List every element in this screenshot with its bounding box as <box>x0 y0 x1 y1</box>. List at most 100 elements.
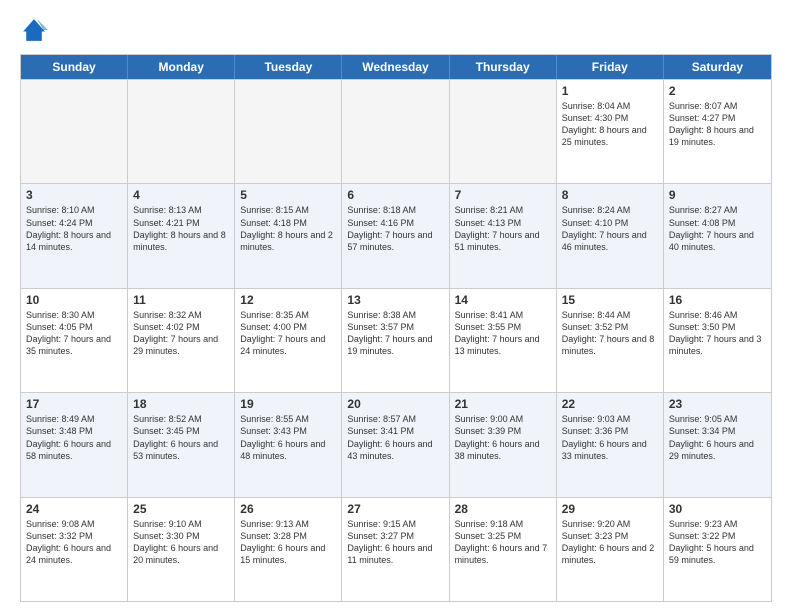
day-info: Sunrise: 8:21 AM Sunset: 4:13 PM Dayligh… <box>455 204 551 253</box>
calendar-cell: 1 Sunrise: 8:04 AM Sunset: 4:30 PM Daylig… <box>557 80 664 183</box>
day-number: 27 <box>347 502 443 516</box>
calendar-cell: 2 Sunrise: 8:07 AM Sunset: 4:27 PM Daylig… <box>664 80 771 183</box>
day-info: Sunrise: 9:08 AM Sunset: 3:32 PM Dayligh… <box>26 518 122 567</box>
day-info: Sunrise: 9:10 AM Sunset: 3:30 PM Dayligh… <box>133 518 229 567</box>
day-number: 2 <box>669 84 766 98</box>
calendar-cell: 23 Sunrise: 9:05 AM Sunset: 3:34 PM Dayli… <box>664 393 771 496</box>
day-number: 10 <box>26 293 122 307</box>
calendar-header: SundayMondayTuesdayWednesdayThursdayFrid… <box>21 55 771 79</box>
day-info: Sunrise: 8:52 AM Sunset: 3:45 PM Dayligh… <box>133 413 229 462</box>
calendar-cell: 26 Sunrise: 9:13 AM Sunset: 3:28 PM Dayli… <box>235 498 342 601</box>
day-number: 26 <box>240 502 336 516</box>
calendar-cell: 24 Sunrise: 9:08 AM Sunset: 3:32 PM Dayli… <box>21 498 128 601</box>
calendar-cell: 13Sunrise: 8:38 AM Sunset: 3:57 PM Dayli… <box>342 289 449 392</box>
day-info: Sunrise: 8:24 AM Sunset: 4:10 PM Dayligh… <box>562 204 658 253</box>
calendar-cell: 16Sunrise: 8:46 AM Sunset: 3:50 PM Dayli… <box>664 289 771 392</box>
calendar-cell: 22Sunrise: 9:03 AM Sunset: 3:36 PM Dayli… <box>557 393 664 496</box>
day-info: Sunrise: 8:35 AM Sunset: 4:00 PM Dayligh… <box>240 309 336 358</box>
day-info: Sunrise: 8:38 AM Sunset: 3:57 PM Dayligh… <box>347 309 443 358</box>
day-number: 8 <box>562 188 658 202</box>
day-info: Sunrise: 8:46 AM Sunset: 3:50 PM Dayligh… <box>669 309 766 358</box>
day-info: Sunrise: 8:30 AM Sunset: 4:05 PM Dayligh… <box>26 309 122 358</box>
day-number: 11 <box>133 293 229 307</box>
day-info: Sunrise: 9:13 AM Sunset: 3:28 PM Dayligh… <box>240 518 336 567</box>
day-number: 22 <box>562 397 658 411</box>
day-info: Sunrise: 8:07 AM Sunset: 4:27 PM Dayligh… <box>669 100 766 149</box>
day-info: Sunrise: 8:13 AM Sunset: 4:21 PM Dayligh… <box>133 204 229 253</box>
day-info: Sunrise: 9:20 AM Sunset: 3:23 PM Dayligh… <box>562 518 658 567</box>
calendar-cell: 12 Sunrise: 8:35 AM Sunset: 4:00 PM Dayli… <box>235 289 342 392</box>
calendar-cell: 10 Sunrise: 8:30 AM Sunset: 4:05 PM Dayli… <box>21 289 128 392</box>
calendar-cell: 14 Sunrise: 8:41 AM Sunset: 3:55 PM Dayli… <box>450 289 557 392</box>
day-number: 21 <box>455 397 551 411</box>
day-info: Sunrise: 9:18 AM Sunset: 3:25 PM Dayligh… <box>455 518 551 567</box>
weekday-header: Wednesday <box>342 55 449 79</box>
calendar-cell: 7Sunrise: 8:21 AM Sunset: 4:13 PM Daylig… <box>450 184 557 287</box>
calendar-cell: 21 Sunrise: 9:00 AM Sunset: 3:39 PM Dayli… <box>450 393 557 496</box>
page-header <box>20 16 772 44</box>
weekday-header: Thursday <box>450 55 557 79</box>
day-info: Sunrise: 9:05 AM Sunset: 3:34 PM Dayligh… <box>669 413 766 462</box>
calendar-cell <box>21 80 128 183</box>
day-number: 3 <box>26 188 122 202</box>
day-info: Sunrise: 8:49 AM Sunset: 3:48 PM Dayligh… <box>26 413 122 462</box>
day-info: Sunrise: 9:23 AM Sunset: 3:22 PM Dayligh… <box>669 518 766 567</box>
calendar-cell <box>342 80 449 183</box>
day-info: Sunrise: 8:15 AM Sunset: 4:18 PM Dayligh… <box>240 204 336 253</box>
calendar-cell <box>128 80 235 183</box>
day-info: Sunrise: 8:04 AM Sunset: 4:30 PM Dayligh… <box>562 100 658 149</box>
weekday-header: Monday <box>128 55 235 79</box>
day-number: 20 <box>347 397 443 411</box>
day-number: 24 <box>26 502 122 516</box>
calendar-cell: 9Sunrise: 8:27 AM Sunset: 4:08 PM Daylig… <box>664 184 771 287</box>
calendar-cell: 18Sunrise: 8:52 AM Sunset: 3:45 PM Dayli… <box>128 393 235 496</box>
calendar-body: 1 Sunrise: 8:04 AM Sunset: 4:30 PM Daylig… <box>21 79 771 601</box>
calendar-cell: 6 Sunrise: 8:18 AM Sunset: 4:16 PM Daylig… <box>342 184 449 287</box>
calendar-cell: 20 Sunrise: 8:57 AM Sunset: 3:41 PM Dayli… <box>342 393 449 496</box>
calendar-row: 3 Sunrise: 8:10 AM Sunset: 4:24 PM Daylig… <box>21 183 771 287</box>
calendar-row: 24 Sunrise: 9:08 AM Sunset: 3:32 PM Dayli… <box>21 497 771 601</box>
day-number: 23 <box>669 397 766 411</box>
calendar-cell: 15 Sunrise: 8:44 AM Sunset: 3:52 PM Dayli… <box>557 289 664 392</box>
day-number: 5 <box>240 188 336 202</box>
calendar-cell: 28Sunrise: 9:18 AM Sunset: 3:25 PM Dayli… <box>450 498 557 601</box>
calendar-cell: 27 Sunrise: 9:15 AM Sunset: 3:27 PM Dayli… <box>342 498 449 601</box>
day-number: 12 <box>240 293 336 307</box>
day-number: 19 <box>240 397 336 411</box>
logo-icon <box>20 16 48 44</box>
day-number: 15 <box>562 293 658 307</box>
day-info: Sunrise: 9:00 AM Sunset: 3:39 PM Dayligh… <box>455 413 551 462</box>
calendar-cell: 17Sunrise: 8:49 AM Sunset: 3:48 PM Dayli… <box>21 393 128 496</box>
calendar-cell: 29 Sunrise: 9:20 AM Sunset: 3:23 PM Dayli… <box>557 498 664 601</box>
day-number: 29 <box>562 502 658 516</box>
calendar-row: 10 Sunrise: 8:30 AM Sunset: 4:05 PM Dayli… <box>21 288 771 392</box>
calendar-cell: 8 Sunrise: 8:24 AM Sunset: 4:10 PM Daylig… <box>557 184 664 287</box>
day-number: 14 <box>455 293 551 307</box>
day-info: Sunrise: 8:44 AM Sunset: 3:52 PM Dayligh… <box>562 309 658 358</box>
day-number: 25 <box>133 502 229 516</box>
day-number: 30 <box>669 502 766 516</box>
day-info: Sunrise: 8:10 AM Sunset: 4:24 PM Dayligh… <box>26 204 122 253</box>
day-info: Sunrise: 8:41 AM Sunset: 3:55 PM Dayligh… <box>455 309 551 358</box>
day-number: 6 <box>347 188 443 202</box>
weekday-header: Sunday <box>21 55 128 79</box>
calendar-cell: 30 Sunrise: 9:23 AM Sunset: 3:22 PM Dayli… <box>664 498 771 601</box>
weekday-header: Tuesday <box>235 55 342 79</box>
calendar-cell: 4Sunrise: 8:13 AM Sunset: 4:21 PM Daylig… <box>128 184 235 287</box>
calendar-cell <box>450 80 557 183</box>
calendar-cell: 3 Sunrise: 8:10 AM Sunset: 4:24 PM Daylig… <box>21 184 128 287</box>
day-number: 1 <box>562 84 658 98</box>
day-info: Sunrise: 8:32 AM Sunset: 4:02 PM Dayligh… <box>133 309 229 358</box>
day-info: Sunrise: 9:15 AM Sunset: 3:27 PM Dayligh… <box>347 518 443 567</box>
calendar-row: 17Sunrise: 8:49 AM Sunset: 3:48 PM Dayli… <box>21 392 771 496</box>
calendar-row: 1 Sunrise: 8:04 AM Sunset: 4:30 PM Daylig… <box>21 79 771 183</box>
logo <box>20 16 52 44</box>
day-info: Sunrise: 8:57 AM Sunset: 3:41 PM Dayligh… <box>347 413 443 462</box>
day-info: Sunrise: 8:18 AM Sunset: 4:16 PM Dayligh… <box>347 204 443 253</box>
calendar-cell: 25 Sunrise: 9:10 AM Sunset: 3:30 PM Dayli… <box>128 498 235 601</box>
weekday-header: Friday <box>557 55 664 79</box>
day-info: Sunrise: 8:27 AM Sunset: 4:08 PM Dayligh… <box>669 204 766 253</box>
calendar: SundayMondayTuesdayWednesdayThursdayFrid… <box>20 54 772 602</box>
calendar-cell: 19 Sunrise: 8:55 AM Sunset: 3:43 PM Dayli… <box>235 393 342 496</box>
day-info: Sunrise: 8:55 AM Sunset: 3:43 PM Dayligh… <box>240 413 336 462</box>
